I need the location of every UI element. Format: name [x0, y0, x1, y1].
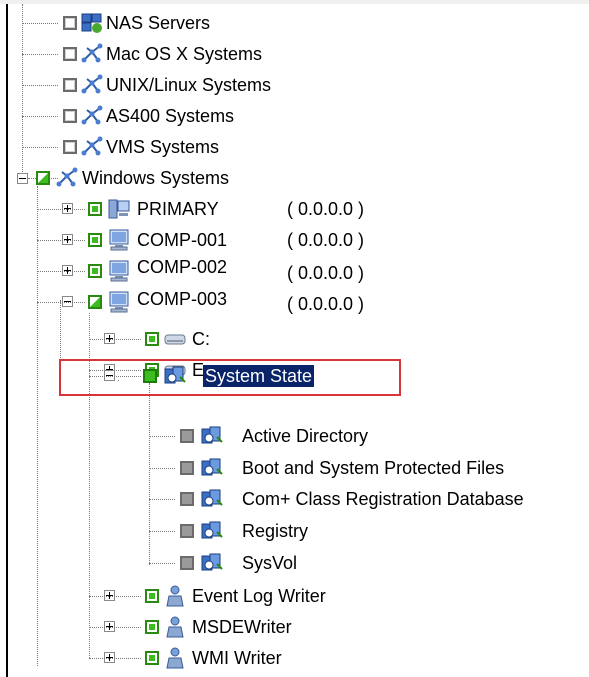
tree-line	[149, 499, 175, 500]
computer-icon	[109, 229, 129, 251]
network-icon	[81, 74, 103, 94]
checkbox[interactable]	[36, 171, 50, 185]
writer-icon	[166, 647, 184, 669]
tree-label-unix-systems[interactable]: UNIX/Linux Systems	[106, 74, 271, 96]
checkbox[interactable]	[145, 651, 159, 665]
writer-icon	[166, 585, 184, 607]
system-state-icon	[201, 458, 223, 476]
checkbox[interactable]	[63, 78, 77, 92]
tree-label-drive-c[interactable]: C:	[192, 328, 210, 350]
ip-address: ( 0.0.0.0 )	[287, 230, 365, 250]
checkbox[interactable]	[180, 492, 194, 506]
drive-icon	[164, 334, 186, 345]
checkbox[interactable]	[88, 233, 102, 247]
checkbox[interactable]	[88, 295, 102, 309]
ip-address: ( 0.0.0.0 )	[287, 199, 365, 219]
tree-line	[89, 376, 141, 377]
tree-line	[149, 383, 150, 565]
left-border	[6, 4, 8, 677]
network-icon	[81, 43, 103, 63]
system-state-icon	[201, 553, 223, 571]
tree-label-nas-servers[interactable]: NAS Servers	[106, 12, 210, 34]
tree-label-boot-files[interactable]: Boot and System Protected Files	[242, 457, 504, 479]
tree-line	[149, 563, 175, 564]
nas-server-icon	[81, 13, 102, 33]
tree-line	[149, 468, 175, 469]
checkbox[interactable]	[63, 140, 77, 154]
tree-label-comp-003[interactable]: COMP-003	[137, 288, 227, 310]
writer-icon	[166, 616, 184, 638]
tree-label-system-state[interactable]: System State	[203, 365, 315, 387]
system-state-icon	[201, 489, 223, 507]
tree-label-as400-systems[interactable]: AS400 Systems	[106, 105, 234, 127]
checkbox[interactable]	[145, 332, 159, 346]
checkbox[interactable]	[180, 556, 194, 570]
top-divider	[0, 0, 589, 4]
checkbox[interactable]	[143, 369, 157, 383]
tree-label-vms-systems[interactable]: VMS Systems	[106, 136, 219, 158]
tree-label-msde-writer[interactable]: MSDEWriter	[192, 616, 292, 638]
tree-label-registry[interactable]: Registry	[242, 520, 308, 542]
checkbox[interactable]	[88, 264, 102, 278]
checkbox[interactable]	[63, 47, 77, 61]
tree-label-event-log-writer[interactable]: Event Log Writer	[192, 585, 326, 607]
tree-line	[37, 240, 85, 241]
checkbox[interactable]	[63, 109, 77, 123]
checkbox[interactable]	[180, 429, 194, 443]
tree-line	[89, 627, 141, 628]
tree-line	[89, 339, 141, 340]
checkbox[interactable]	[180, 524, 194, 538]
tree-line	[37, 271, 85, 272]
tree-label-comp-002[interactable]: COMP-002	[137, 256, 227, 278]
tree-label-mac-systems[interactable]: Mac OS X Systems	[106, 43, 262, 65]
checkbox[interactable]	[180, 461, 194, 475]
tree-line	[149, 531, 175, 532]
collapse-toggle[interactable]	[17, 173, 28, 184]
tree-label-sysvol[interactable]: SysVol	[242, 552, 297, 574]
tree-line	[60, 300, 61, 368]
tree-label-complus[interactable]: Com+ Class Registration Database	[242, 488, 524, 510]
computer-icon	[109, 291, 129, 313]
tree-line	[22, 23, 58, 24]
ip-address: ( 0.0.0.0 )	[287, 294, 365, 314]
tree-line	[37, 186, 38, 666]
tree-line	[37, 302, 85, 303]
system-state-icon	[201, 521, 223, 539]
tree-label-active-directory[interactable]: Active Directory	[242, 425, 368, 447]
tree-line	[22, 85, 58, 86]
tree-label-windows-systems[interactable]: Windows Systems	[82, 167, 229, 189]
checkbox[interactable]	[63, 16, 77, 30]
tree-line	[89, 596, 141, 597]
network-icon	[81, 136, 103, 156]
network-icon	[81, 105, 103, 125]
tree-label-primary[interactable]: PRIMARY	[137, 198, 219, 220]
tree-line	[22, 147, 58, 148]
tree-line	[89, 658, 141, 659]
tree-line	[149, 436, 175, 437]
system-state-icon	[164, 366, 186, 384]
checkbox[interactable]	[88, 202, 102, 216]
tree-label-comp-001[interactable]: COMP-001	[137, 229, 227, 251]
checkbox[interactable]	[145, 620, 159, 634]
tree-line	[22, 116, 58, 117]
network-icon	[56, 167, 78, 187]
tree-line	[22, 54, 58, 55]
tree-line	[37, 209, 85, 210]
system-state-icon	[201, 426, 223, 444]
computer-icon	[109, 260, 129, 282]
tree-label-wmi-writer[interactable]: WMI Writer	[192, 647, 282, 669]
ip-address: ( 0.0.0.0 )	[287, 263, 365, 283]
checkbox[interactable]	[145, 589, 159, 603]
server-icon	[108, 199, 130, 219]
